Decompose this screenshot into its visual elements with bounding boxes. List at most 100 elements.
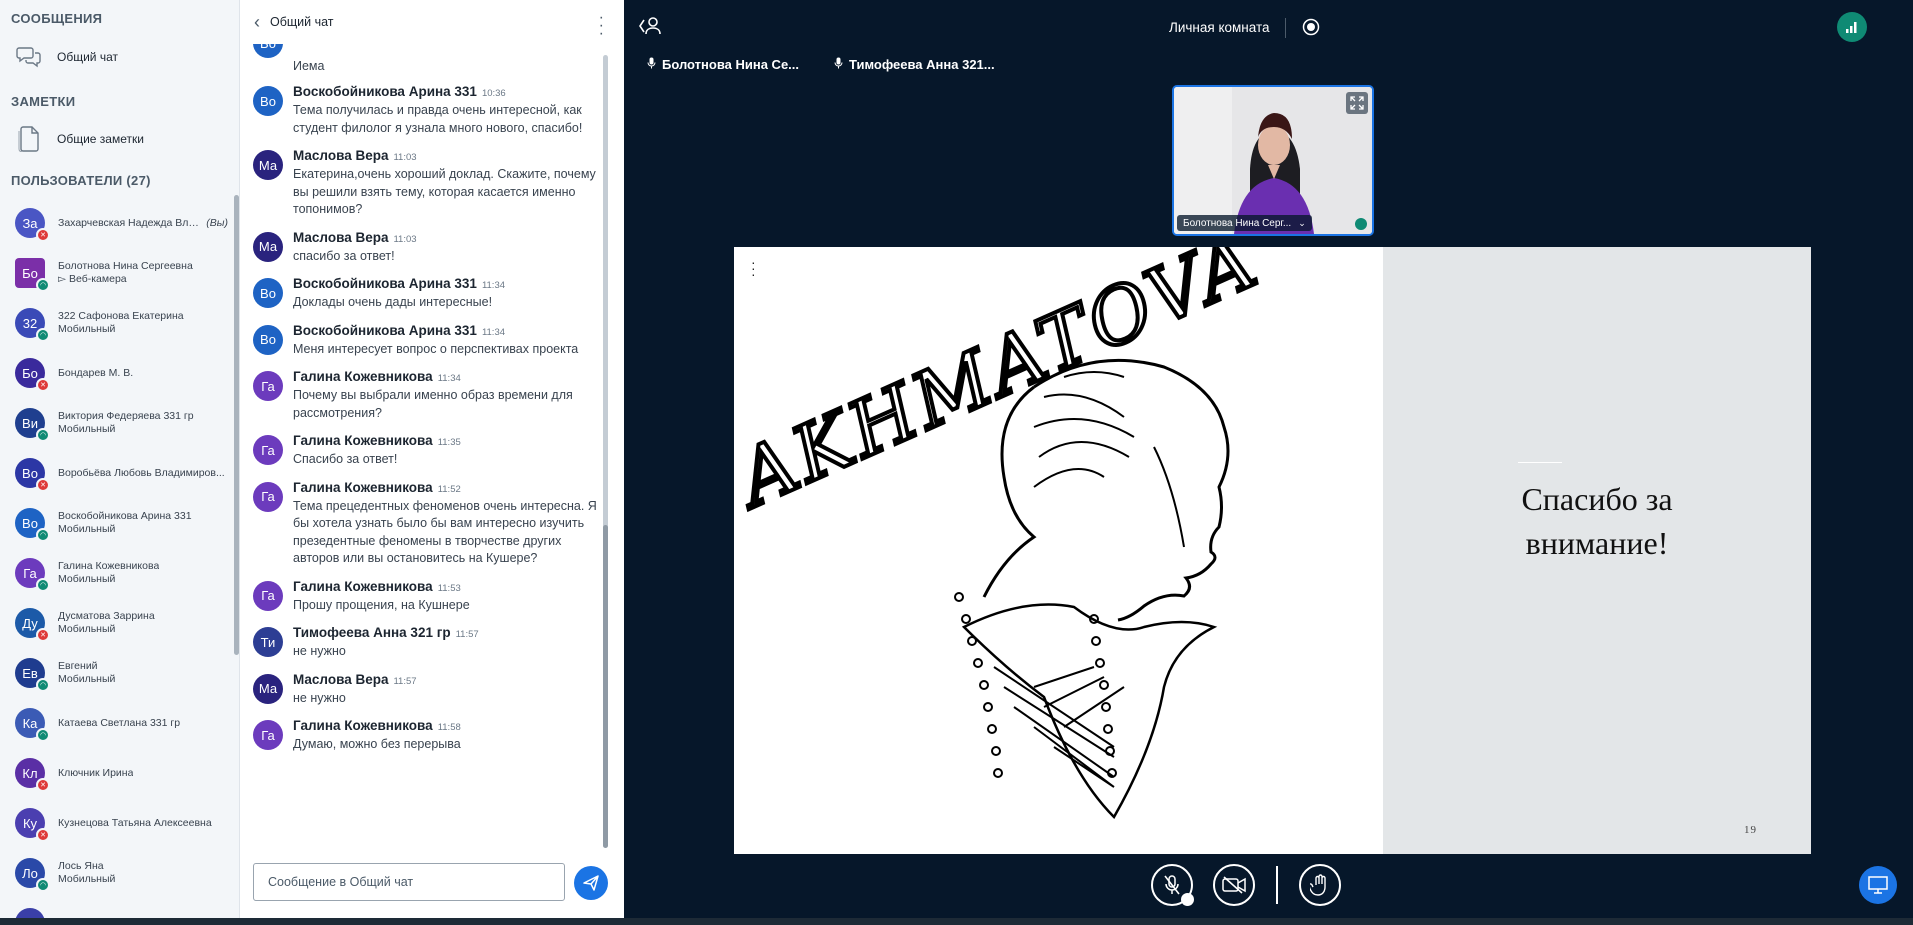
webcam-video[interactable]: Болотнова Нина Серг... ⌄ bbox=[1172, 85, 1374, 236]
user-info: Болотнова Нина Сергеевна ▻ Веб-камера bbox=[58, 260, 228, 286]
headphones-icon: ◠ bbox=[36, 578, 50, 592]
avatar: Га bbox=[253, 720, 283, 750]
hand-icon bbox=[1310, 874, 1326, 896]
slide-title-line: Спасибо за bbox=[1521, 481, 1673, 517]
message-sender: Маслова Вера bbox=[293, 671, 389, 687]
user-info: Галина Кожевникова Мобильный bbox=[58, 560, 228, 586]
user-name: 322 Сафонова Екатерина bbox=[58, 310, 184, 322]
message-text: Тема получилась и правда очень интересно… bbox=[293, 103, 583, 135]
share-webcam-button[interactable] bbox=[1213, 864, 1255, 906]
user-name: Дусматова Заррина bbox=[58, 610, 155, 622]
headphones-icon: ◠ bbox=[36, 678, 50, 692]
user-info: Виктория Федеряева 331 гр Мобильный bbox=[58, 410, 228, 436]
raise-hand-button[interactable] bbox=[1299, 864, 1341, 906]
video-user-name: Болотнова Нина Серг... bbox=[1183, 217, 1292, 229]
chat-message: Га Галина Кожевникова 11:53 Прошу прощения,… bbox=[240, 573, 610, 620]
talking-indicator[interactable]: Тимофеева Анна 321... bbox=[825, 53, 1006, 75]
fullscreen-button[interactable] bbox=[1346, 92, 1368, 114]
connection-status-button[interactable] bbox=[1837, 12, 1867, 42]
send-button[interactable] bbox=[574, 866, 608, 900]
microphone-off-icon bbox=[1164, 875, 1180, 895]
shared-notes-item[interactable]: Общие заметки bbox=[0, 120, 235, 158]
chat-header: ‹ Общий чат · · · bbox=[240, 0, 624, 44]
slide-title-line: внимание! bbox=[1525, 525, 1669, 561]
user-list-item[interactable]: Бо ✕ Бондарев М. В. bbox=[0, 348, 235, 398]
user-info: Воробьёва Любовь Владимиров... bbox=[58, 467, 228, 480]
talking-indicator[interactable]: Болотнова Нина Се... bbox=[638, 53, 818, 75]
user-info: Кузнецова Татьяна Алексеевна bbox=[58, 817, 228, 830]
user-list-item[interactable]: Ду ✕ Дусматова Заррина Мобильный bbox=[0, 598, 235, 648]
user-info: Бондарев М. В. bbox=[58, 367, 228, 380]
user-list-item[interactable]: Га ◠ Галина Кожевникова Мобильный bbox=[0, 548, 235, 598]
microphone-muted-icon: ✕ bbox=[36, 478, 50, 492]
more-options-icon[interactable]: · · · bbox=[599, 10, 604, 42]
message-list: Во Иема Во Воскобойникова Арина 331 10:36 Т… bbox=[240, 44, 610, 852]
user-list-item[interactable]: Лу◠Лугтарева Вероника 322 bbox=[0, 898, 235, 918]
user-name: Виктория Федеряева 331 гр bbox=[58, 410, 194, 422]
user-name: Захарчевская Надежда Вла... bbox=[58, 216, 203, 229]
user-name: Бондарев М. В. bbox=[58, 366, 134, 379]
avatar: Во bbox=[253, 86, 283, 116]
chat-message: Ма Маслова Вера 11:57 не нужно bbox=[240, 666, 610, 713]
avatar: Га bbox=[253, 435, 283, 465]
user-list-item[interactable]: Ку ✕ Кузнецова Татьяна Алексеевна bbox=[0, 798, 235, 848]
chevron-left-icon[interactable]: ‹ bbox=[254, 12, 260, 33]
user-list-item[interactable]: Во ✕ Воробьёва Любовь Владимиров... bbox=[0, 448, 235, 498]
user-name: Болотнова Нина Сергеевна bbox=[58, 260, 193, 272]
message-time: 11:35 bbox=[437, 437, 461, 448]
chat-message-input[interactable] bbox=[253, 863, 565, 901]
users-scrollbar[interactable] bbox=[234, 195, 239, 655]
microphone-muted-icon: ✕ bbox=[36, 778, 50, 792]
message-text: не нужно bbox=[293, 644, 346, 658]
message-text: Иема bbox=[293, 59, 325, 73]
chat-title: Общий чат bbox=[270, 15, 334, 29]
message-time: 11:53 bbox=[437, 582, 461, 594]
public-chat-label: Общий чат bbox=[57, 50, 118, 64]
message-sender: Маслова Вера bbox=[293, 229, 389, 245]
user-list-item[interactable]: Кл ✕ Ключник Ирина bbox=[0, 748, 235, 798]
mute-microphone-button[interactable] bbox=[1151, 864, 1194, 906]
talker-name: Болотнова Нина Се... bbox=[662, 56, 800, 72]
user-list-item[interactable]: Ло ◠ Лось Яна Мобильный bbox=[0, 848, 235, 898]
message-time: 11:03 bbox=[393, 233, 417, 245]
record-button[interactable] bbox=[1302, 18, 1320, 41]
user-list-item[interactable]: Ев ◠ Евгений Мобильный bbox=[0, 648, 235, 698]
user-list-item[interactable]: За ✕ Захарчевская Надежда Вла... (Вы) bbox=[0, 198, 235, 248]
avatar: Ка ◠ bbox=[15, 708, 50, 742]
divider bbox=[1285, 18, 1286, 38]
chevron-up-icon[interactable] bbox=[1181, 893, 1194, 906]
divider bbox=[1518, 462, 1562, 463]
presentation-slide: · · · AKHMATOVA Спасибо за внимание! 19 bbox=[734, 247, 1811, 854]
message-time: 10:36 bbox=[481, 88, 506, 99]
video-user-label[interactable]: Болотнова Нина Серг... ⌄ bbox=[1177, 215, 1312, 231]
fullscreen-icon bbox=[1350, 96, 1364, 110]
user-status: Мобильный bbox=[58, 573, 116, 585]
headphones-icon: ◠ bbox=[36, 328, 50, 342]
user-status: Мобильный bbox=[58, 873, 116, 885]
chat-panel: ‹ Общий чат ··· Во Иема Во Воскобойникова… bbox=[240, 0, 624, 918]
user-list-item[interactable]: 32 ◠ 322 Сафонова Екатерина Мобильный bbox=[0, 298, 235, 348]
notes-section-title: ЗАМЕТКИ bbox=[11, 94, 76, 109]
user-name: Ключник Ирина bbox=[58, 766, 134, 779]
presentation-toggle-button[interactable] bbox=[1859, 866, 1897, 904]
portrait-drawing: AKHMATOVA bbox=[734, 247, 1274, 820]
talker-name: Тимофеева Анна 321... bbox=[849, 56, 995, 72]
message-text: Думаю, можно без перерыва bbox=[293, 737, 461, 751]
chat-message: Га Галина Кожевникова 11:52 Тема прецедентн… bbox=[240, 474, 610, 573]
user-list-item[interactable]: Во ◠ Воскобойникова Арина 331 Мобильный bbox=[0, 498, 235, 548]
message-sender: Тимофеева Анна 321 гр bbox=[293, 625, 451, 640]
avatar: Бо ✕ bbox=[15, 358, 50, 392]
chat-scroll-thumb[interactable] bbox=[603, 525, 608, 848]
user-info: Катаева Светлана 331 гр bbox=[58, 717, 228, 730]
user-list-item[interactable]: Ка ◠ Катаева Светлана 331 гр bbox=[0, 698, 235, 748]
taskbar-strip bbox=[0, 918, 1913, 925]
headphones-icon: ◠ bbox=[36, 428, 50, 442]
toggle-userlist-button[interactable] bbox=[639, 16, 661, 41]
message-sender: Галина Кожевникова bbox=[293, 479, 433, 495]
slide-text-panel: Спасибо за внимание! 19 bbox=[1383, 247, 1811, 854]
webcam-image bbox=[1174, 87, 1372, 234]
document-icon bbox=[15, 125, 43, 153]
user-list-item[interactable]: Бо ◠ Болотнова Нина Сергеевна ▻ Веб-камера bbox=[0, 248, 235, 298]
public-chat-item[interactable]: Общий чат bbox=[0, 38, 235, 76]
user-list-item[interactable]: Ви ◠ Виктория Федеряева 331 гр Мобильный bbox=[0, 398, 235, 448]
